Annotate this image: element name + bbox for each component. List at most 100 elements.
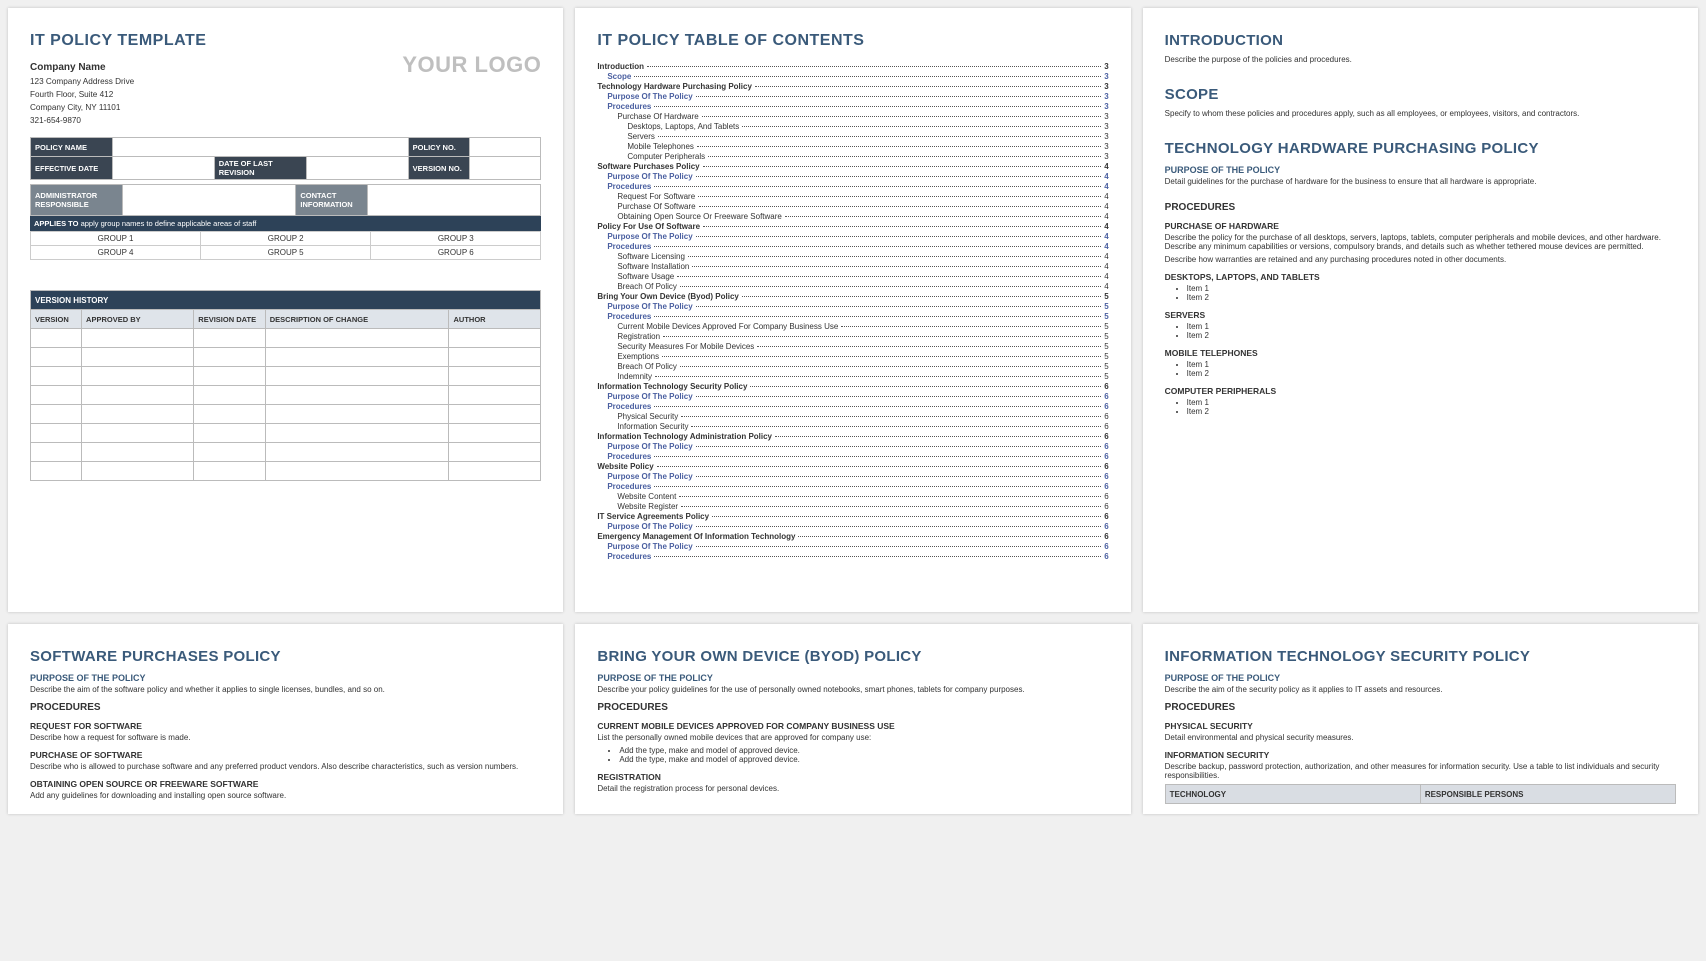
scope-t: Specify to whom these policies and proce… bbox=[1165, 109, 1676, 118]
list-item: Item 2 bbox=[1187, 331, 1676, 340]
toc-dots bbox=[647, 66, 1101, 67]
toc-entry: Computer Peripherals3 bbox=[627, 152, 1108, 161]
toc-label: Indemnity bbox=[617, 372, 652, 381]
toc-page: 4 bbox=[1104, 232, 1108, 241]
list-item: Item 1 bbox=[1187, 360, 1676, 369]
grp5: GROUP 5 bbox=[201, 246, 371, 260]
toc-page: 4 bbox=[1104, 242, 1108, 251]
toc-dots bbox=[654, 106, 1101, 107]
meta-table-2: ADMINISTRATOR RESPONSIBLE CONTACT INFORM… bbox=[30, 184, 541, 216]
toc-dots bbox=[679, 496, 1101, 497]
toc-entry: Technology Hardware Purchasing Policy 3 bbox=[597, 82, 1108, 91]
toc-entry: Bring Your Own Device (Byod) Policy5 bbox=[597, 292, 1108, 301]
toc-dots bbox=[696, 236, 1102, 237]
toc-label: Security Measures For Mobile Devices bbox=[617, 342, 754, 351]
responsibility-table: TECHNOLOGY RESPONSIBLE PERSONS bbox=[1165, 784, 1676, 804]
toc-page: 4 bbox=[1104, 172, 1108, 181]
toc-dots bbox=[757, 346, 1101, 347]
toc-label: Purpose Of The Policy bbox=[607, 442, 692, 451]
toc-page: 5 bbox=[1104, 332, 1108, 341]
toc-label: Purpose Of The Policy bbox=[607, 302, 692, 311]
toc-label: Bring Your Own Device (Byod) Policy bbox=[597, 292, 739, 301]
toc-page: 4 bbox=[1104, 222, 1108, 231]
toc-dots bbox=[662, 356, 1101, 357]
toc-page: 6 bbox=[1104, 442, 1108, 451]
toc-dots bbox=[655, 376, 1101, 377]
val-eff-date bbox=[112, 157, 214, 180]
toc-label: Policy For Use Of Software bbox=[597, 222, 700, 231]
company-name: Company Name bbox=[30, 62, 206, 73]
toc-page: 3 bbox=[1104, 82, 1108, 91]
toc-page: 6 bbox=[1104, 422, 1108, 431]
toc-page: 6 bbox=[1104, 532, 1108, 541]
toc-dots bbox=[654, 316, 1101, 317]
toc-entry: Procedures4 bbox=[607, 182, 1108, 191]
toc-label: Software Licensing bbox=[617, 252, 685, 261]
toc-dots bbox=[681, 416, 1101, 417]
toc-entry: Purpose Of The Policy6 bbox=[607, 472, 1108, 481]
poh-h: PURCHASE OF HARDWARE bbox=[1165, 221, 1676, 231]
toc-entry: Purchase Of Hardware3 bbox=[617, 112, 1108, 121]
list-item: Item 1 bbox=[1187, 322, 1676, 331]
toc-label: Procedures bbox=[607, 552, 651, 561]
grp4: GROUP 4 bbox=[31, 246, 201, 260]
toc-page: 6 bbox=[1104, 452, 1108, 461]
toc-dots bbox=[696, 306, 1102, 307]
toc-entry: Current Mobile Devices Approved For Comp… bbox=[617, 322, 1108, 331]
toc-page: 4 bbox=[1104, 162, 1108, 171]
toc-entry: Breach Of Policy5 bbox=[617, 362, 1108, 371]
addr3: Company City, NY 11101 bbox=[30, 103, 206, 112]
toc-label: Computer Peripherals bbox=[627, 152, 705, 161]
p6-ps-t: Detail environmental and physical securi… bbox=[1165, 733, 1676, 742]
p6-pop-h: PURPOSE OF THE POLICY bbox=[1165, 673, 1676, 683]
meta-table: POLICY NAME POLICY NO. EFFECTIVE DATE DA… bbox=[30, 137, 541, 180]
p6-pop-t: Describe the aim of the security policy … bbox=[1165, 685, 1676, 694]
toc-dots bbox=[657, 466, 1102, 467]
table-row bbox=[31, 462, 541, 481]
toc-label: Physical Security bbox=[617, 412, 678, 421]
toc-entry: Purpose Of The Policy5 bbox=[607, 302, 1108, 311]
toc-entry: Software Licensing4 bbox=[617, 252, 1108, 261]
toc-entry: Purpose Of The Policy4 bbox=[607, 172, 1108, 181]
toc-dots bbox=[654, 486, 1101, 487]
table-row bbox=[31, 329, 541, 348]
toc-page: 6 bbox=[1104, 542, 1108, 551]
toc-dots bbox=[755, 86, 1101, 87]
toc-page: 3 bbox=[1104, 112, 1108, 121]
toc-dots bbox=[691, 426, 1101, 427]
table-row bbox=[31, 367, 541, 386]
table-row bbox=[31, 405, 541, 424]
toc-dots bbox=[692, 266, 1101, 267]
addr1: 123 Company Address Drive bbox=[30, 77, 206, 86]
toc-page: 4 bbox=[1104, 282, 1108, 291]
p4-h: SOFTWARE PURCHASES POLICY bbox=[30, 648, 541, 665]
toc-label: Technology Hardware Purchasing Policy bbox=[597, 82, 752, 91]
toc-dots bbox=[634, 76, 1101, 77]
toc-entry: Breach Of Policy4 bbox=[617, 282, 1108, 291]
toc-page: 6 bbox=[1104, 382, 1108, 391]
toc-page: 6 bbox=[1104, 412, 1108, 421]
p5-pop-t: Describe your policy guidelines for the … bbox=[597, 685, 1108, 694]
toc-page: 3 bbox=[1104, 132, 1108, 141]
phone: 321-654-9870 bbox=[30, 116, 206, 125]
toc-label: Scope bbox=[607, 72, 631, 81]
toc-entry: Procedures6 bbox=[607, 402, 1108, 411]
page-4: SOFTWARE PURCHASES POLICY PURPOSE OF THE… bbox=[8, 624, 563, 814]
p4-pos-t: Describe who is allowed to purchase soft… bbox=[30, 762, 541, 771]
toc-dots bbox=[798, 536, 1101, 537]
toc-entry: Scope3 bbox=[607, 72, 1108, 81]
toc-dots bbox=[654, 556, 1101, 557]
toc-page: 5 bbox=[1104, 352, 1108, 361]
addr2: Fourth Floor, Suite 412 bbox=[30, 90, 206, 99]
groups-table: GROUP 1 GROUP 2 GROUP 3 GROUP 4 GROUP 5 … bbox=[30, 231, 541, 260]
lbl-admin: ADMINISTRATOR RESPONSIBLE bbox=[31, 185, 123, 216]
intro-t: Describe the purpose of the policies and… bbox=[1165, 55, 1676, 64]
toc-entry: Website Register6 bbox=[617, 502, 1108, 511]
toc-page: 4 bbox=[1104, 202, 1108, 211]
thw-h: TECHNOLOGY HARDWARE PURCHASING POLICY bbox=[1165, 140, 1676, 157]
toc-entry: Purpose Of The Policy6 bbox=[607, 542, 1108, 551]
toc-dots bbox=[702, 116, 1102, 117]
val-policy-name bbox=[112, 138, 408, 157]
p6-proc-h: PROCEDURES bbox=[1165, 702, 1676, 713]
toc-entry: Mobile Telephones3 bbox=[627, 142, 1108, 151]
